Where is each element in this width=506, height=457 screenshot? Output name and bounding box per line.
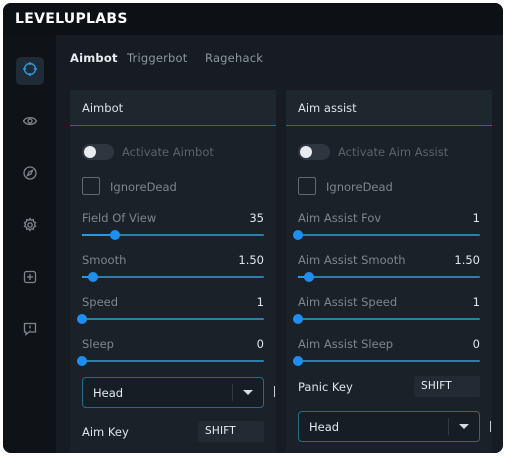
panic-key-label: Panic Key [298, 380, 353, 394]
slider-value: 1.50 [454, 253, 480, 267]
slider-thumb[interactable] [110, 230, 120, 240]
ignore-dead-label: IgnoreDead [326, 180, 393, 194]
slider-label: Aim Assist Speed [298, 295, 398, 309]
slider-thumb[interactable] [293, 356, 303, 366]
ignore-dead-label: IgnoreDead [110, 180, 177, 194]
panic-key-row: Panic Key SHIFT [298, 376, 480, 398]
eye-icon [22, 113, 38, 133]
slider-track[interactable] [293, 230, 480, 240]
select-divider [448, 418, 449, 435]
slider-value: 35 [249, 211, 264, 225]
slider-label: Aim Assist Fov [298, 211, 382, 225]
tab-aimbot[interactable]: Aimbot [70, 51, 118, 65]
slider-track[interactable] [77, 314, 264, 324]
title-bar: LEVELUPLABS [3, 3, 503, 35]
ignore-dead-checkbox[interactable] [298, 177, 316, 195]
activate-aimbot-label: Activate Aimbot [122, 145, 214, 159]
speed-slider: Speed 1 [77, 295, 264, 335]
crosshair-icon [22, 61, 38, 81]
slider-thumb[interactable] [77, 314, 87, 324]
panic-key-input[interactable]: SHIFT [414, 376, 480, 397]
slider-label: Aim Assist Smooth [298, 253, 406, 267]
slider-label: Sleep [82, 337, 114, 351]
slider-track[interactable] [77, 356, 264, 366]
ignore-dead-checkbox[interactable] [82, 177, 100, 195]
sidebar-item-visuals[interactable] [16, 109, 44, 137]
aim-key-input[interactable]: SHIFT [198, 421, 264, 442]
activate-aim-assist-toggle[interactable] [298, 144, 330, 160]
assist-speed-slider: Aim Assist Speed 1 [293, 295, 480, 335]
tab-ragehack[interactable]: Ragehack [205, 51, 263, 65]
toggle-knob [300, 146, 312, 158]
activate-aimbot-toggle[interactable] [82, 144, 114, 160]
panel-header: Aimbot [70, 90, 276, 126]
app-window: LEVELUPLABS Aimbot Triggerbot Ragehack A… [3, 3, 503, 453]
panel-title: Aim assist [298, 101, 357, 115]
slider-value: 0 [472, 337, 480, 351]
aim-bone-select[interactable]: Head [82, 377, 264, 408]
sidebar-item-aimbot[interactable] [16, 57, 44, 85]
aimbot-panel: Aimbot Activate Aimbot IgnoreDead Field … [70, 90, 276, 453]
fov-slider: Field Of View 35 [82, 211, 264, 251]
assist-fov-slider: Aim Assist Fov 1 [293, 211, 480, 251]
slider-track[interactable] [293, 356, 480, 366]
slider-track[interactable] [298, 272, 480, 282]
message-alert-icon [22, 321, 38, 341]
aim-key-row: Aim Key SHIFT [82, 421, 264, 443]
slider-label: Speed [82, 295, 119, 309]
slider-thumb[interactable] [293, 230, 303, 240]
slider-track[interactable] [82, 272, 264, 282]
slider-thumb[interactable] [77, 356, 87, 366]
assist-smooth-slider: Aim Assist Smooth 1.50 [298, 253, 480, 293]
sidebar [3, 35, 56, 453]
gear-icon [22, 217, 38, 237]
scrollbar-marker [490, 421, 491, 432]
tab-triggerbot[interactable]: Triggerbot [127, 51, 188, 65]
key-value: SHIFT [421, 380, 452, 392]
select-value: Head [93, 386, 124, 400]
slider-value: 0 [256, 337, 264, 351]
sidebar-item-feedback[interactable] [16, 317, 44, 345]
panel-title: Aimbot [82, 101, 124, 115]
chevron-down-icon [459, 424, 469, 429]
panel-header: Aim assist [286, 90, 492, 126]
slider-track[interactable] [82, 230, 264, 240]
aim-assist-panel: Aim assist Activate Aim Assist IgnoreDea… [286, 90, 492, 453]
slider-thumb[interactable] [293, 314, 303, 324]
sidebar-item-navigation[interactable] [16, 161, 44, 189]
sidebar-item-settings[interactable] [16, 213, 44, 241]
key-value: SHIFT [205, 425, 236, 437]
slider-thumb[interactable] [304, 272, 314, 282]
select-value: Head [309, 420, 340, 434]
slider-track[interactable] [293, 314, 480, 324]
slider-value: 1 [256, 295, 264, 309]
plus-square-icon [22, 269, 38, 289]
slider-label: Field Of View [82, 211, 157, 225]
slider-label: Smooth [82, 253, 127, 267]
assist-sleep-slider: Aim Assist Sleep 0 [293, 337, 480, 377]
slider-value: 1 [472, 211, 480, 225]
slider-label: Aim Assist Sleep [298, 337, 394, 351]
aim-key-label: Aim Key [82, 425, 129, 439]
app-title: LEVELUPLABS [15, 11, 128, 27]
chevron-down-icon [243, 390, 253, 395]
compass-icon [22, 165, 38, 185]
sidebar-item-add[interactable] [16, 265, 44, 293]
smooth-slider: Smooth 1.50 [82, 253, 264, 293]
slider-value: 1.50 [238, 253, 264, 267]
assist-bone-select[interactable]: Head [298, 411, 480, 442]
toggle-knob [84, 146, 96, 158]
sleep-slider: Sleep 0 [77, 337, 264, 377]
scrollbar-marker [274, 386, 275, 397]
select-divider [232, 384, 233, 401]
activate-aim-assist-label: Activate Aim Assist [338, 145, 449, 159]
slider-value: 1 [472, 295, 480, 309]
slider-thumb[interactable] [88, 272, 98, 282]
main-content: Aimbot Triggerbot Ragehack Aimbot Activa… [56, 35, 503, 453]
